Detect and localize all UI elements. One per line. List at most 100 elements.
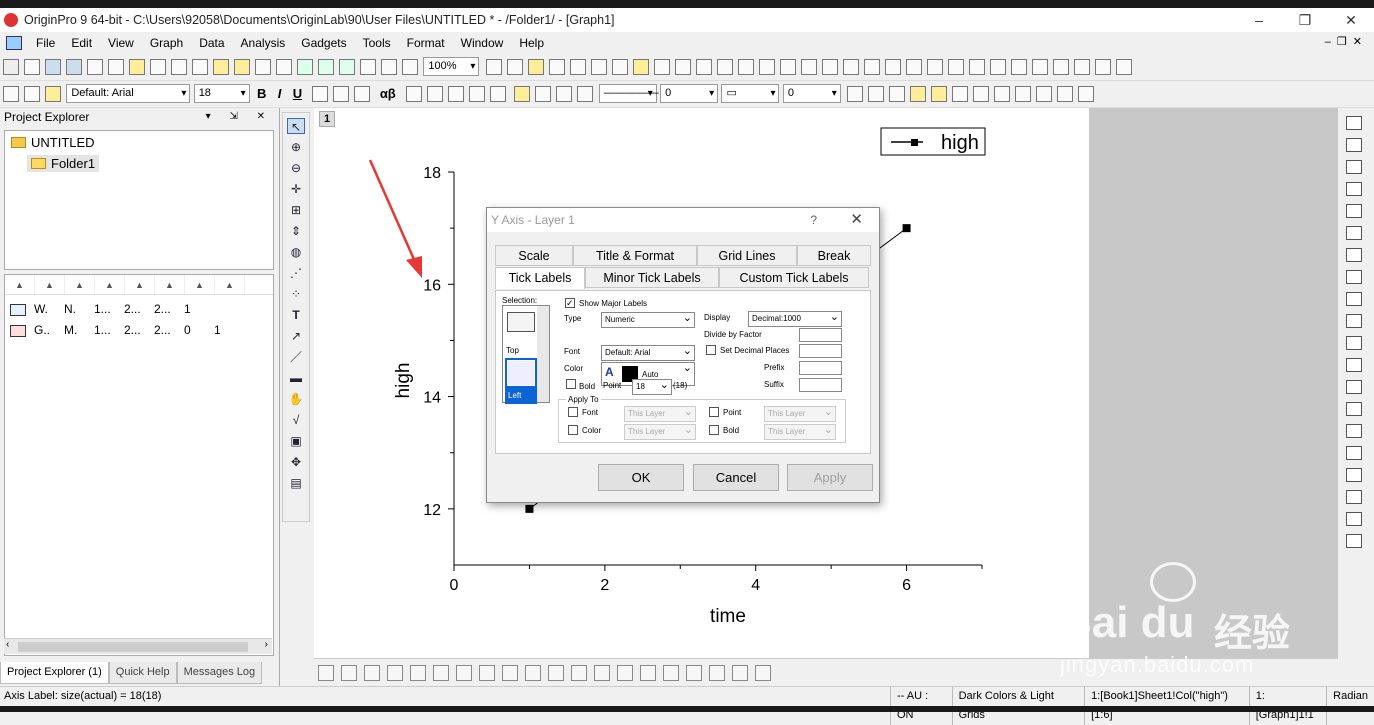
statistics-on-columns-icon[interactable] xyxy=(737,59,754,75)
object-tool-icon[interactable]: ▣ xyxy=(287,433,305,449)
grid-icon[interactable] xyxy=(868,86,885,102)
column-plot-icon[interactable] xyxy=(842,59,859,75)
bring-front-icon[interactable] xyxy=(910,86,927,102)
filter-icon[interactable] xyxy=(905,59,922,75)
apply-font-select[interactable]: This Layer xyxy=(624,405,696,422)
bottom-x-icon[interactable] xyxy=(1346,204,1362,218)
cancel-button[interactable]: Cancel xyxy=(693,464,779,491)
maximize-button[interactable]: ❐ xyxy=(1282,8,1328,32)
rectangle-tool-icon[interactable]: ▬ xyxy=(287,370,305,386)
bar-plot-icon[interactable] xyxy=(863,59,880,75)
m-icon[interactable] xyxy=(1015,86,1032,102)
align-left-icon[interactable] xyxy=(1346,424,1362,438)
region-mask-icon[interactable]: ◍ xyxy=(287,244,305,260)
graph-window-icon[interactable] xyxy=(6,36,22,50)
subscript-icon[interactable] xyxy=(333,86,350,102)
save-template-icon[interactable] xyxy=(276,59,292,75)
new-script-icon[interactable] xyxy=(171,59,187,75)
new-graph-icon[interactable] xyxy=(66,59,82,75)
cut-icon[interactable] xyxy=(3,86,19,102)
screen-reader-icon[interactable]: ✛ xyxy=(287,181,305,197)
suffix-input[interactable] xyxy=(799,378,842,392)
tab-grid-lines[interactable]: Grid Lines xyxy=(697,245,797,266)
inset-icon[interactable] xyxy=(1346,270,1362,284)
panel-controls[interactable]: ▾ ⇲ ✕ xyxy=(206,108,273,126)
layer-tool-icon[interactable]: ▤ xyxy=(287,475,305,491)
set-z-icon[interactable] xyxy=(1010,59,1027,75)
set-y-icon[interactable] xyxy=(989,59,1006,75)
set-group-icon[interactable] xyxy=(1094,59,1111,75)
scroll-thumb[interactable] xyxy=(18,642,248,652)
project-explorer-icon[interactable] xyxy=(611,59,628,75)
line-style-select[interactable]: ————— xyxy=(598,84,659,103)
list-item-graph1[interactable]: G.. M. 1... 2... 2... 0 1 xyxy=(4,323,244,337)
3d-bar-icon[interactable] xyxy=(571,665,587,681)
new-matrix-icon[interactable] xyxy=(45,59,61,75)
import-multiple-icon[interactable] xyxy=(318,59,334,75)
tab-tick-labels[interactable]: Tick Labels xyxy=(495,267,585,289)
same-width-icon[interactable] xyxy=(1346,512,1362,526)
new-folder-icon[interactable] xyxy=(192,59,208,75)
save-project-icon[interactable] xyxy=(255,59,271,75)
tab-messages-log[interactable]: Messages Log xyxy=(176,662,263,684)
stock-chart-icon[interactable] xyxy=(433,665,449,681)
font-color-icon[interactable] xyxy=(490,86,507,102)
list-item-book1[interactable]: W. N. 1... 2... 2... 1 xyxy=(4,302,244,316)
selection-scrollbar[interactable] xyxy=(537,306,549,402)
move-tool-icon[interactable]: ✥ xyxy=(287,454,305,470)
command-window-icon[interactable] xyxy=(590,59,607,75)
menu-edit[interactable]: Edit xyxy=(63,36,100,50)
area-chart-icon[interactable] xyxy=(456,665,472,681)
merge-layers-icon[interactable] xyxy=(1346,160,1362,174)
apply-bold-checkbox[interactable] xyxy=(709,425,719,435)
line-symbol-icon[interactable] xyxy=(364,665,380,681)
sort-icon[interactable] xyxy=(779,59,796,75)
lock-icon[interactable] xyxy=(994,86,1011,102)
clock-icon[interactable] xyxy=(1346,380,1362,394)
contour-icon[interactable] xyxy=(594,665,610,681)
type-select[interactable]: Numeric xyxy=(601,311,695,328)
set-decimal-checkbox[interactable] xyxy=(706,345,716,355)
apply-point-select[interactable]: This Layer xyxy=(764,405,836,422)
supersubscript-icon[interactable] xyxy=(354,86,371,102)
fill-column-icon[interactable] xyxy=(821,59,838,75)
point-select[interactable]: 18 xyxy=(632,378,672,395)
pie-chart-icon[interactable] xyxy=(479,665,495,681)
data-selector-icon[interactable]: ⇕ xyxy=(287,223,305,239)
code-builder-icon[interactable] xyxy=(569,59,586,75)
object-manager-icon[interactable] xyxy=(632,59,649,75)
refresh-icon[interactable] xyxy=(402,59,418,75)
pointer-icon[interactable]: ↖ xyxy=(287,118,305,134)
image-plot-icon[interactable] xyxy=(617,665,633,681)
align-left-icon[interactable] xyxy=(448,86,465,102)
italic-button[interactable]: I xyxy=(278,86,282,101)
paste-icon[interactable] xyxy=(45,86,61,102)
group-icon[interactable] xyxy=(952,86,969,102)
histogram-icon[interactable] xyxy=(884,59,901,75)
print-icon[interactable] xyxy=(485,59,502,75)
bold-button[interactable]: B xyxy=(257,86,266,101)
bold-checkbox[interactable] xyxy=(566,379,576,389)
arrow-tool-icon[interactable]: ↗ xyxy=(287,328,305,344)
import-wizard-icon[interactable] xyxy=(339,59,355,75)
legend[interactable]: high xyxy=(880,127,986,156)
new-book-icon[interactable] xyxy=(24,59,40,75)
menu-window[interactable]: Window xyxy=(453,36,512,50)
pattern-fill-icon[interactable] xyxy=(847,86,864,102)
filter-toggle-icon[interactable] xyxy=(947,59,964,75)
tree-root[interactable]: UNTITLED xyxy=(11,135,95,150)
extract-layers-icon[interactable] xyxy=(1346,182,1362,196)
axis-selection-list[interactable]: Top Left xyxy=(502,305,550,404)
menu-tools[interactable]: Tools xyxy=(355,36,399,50)
set-subject-icon[interactable] xyxy=(1115,59,1132,75)
zoom-in-icon[interactable]: ⊕ xyxy=(287,139,305,155)
rescale-icon[interactable] xyxy=(1346,116,1362,130)
text-tool-icon[interactable]: T xyxy=(287,307,305,323)
add-new-column-icon[interactable] xyxy=(716,59,733,75)
align-right-icon[interactable] xyxy=(1346,446,1362,460)
copy-page-icon[interactable] xyxy=(506,59,523,75)
apply-color-select[interactable]: This Layer xyxy=(624,423,696,440)
new-notes-icon[interactable] xyxy=(129,59,145,75)
apply-button[interactable]: Apply xyxy=(787,464,873,491)
smith-chart-icon[interactable] xyxy=(686,665,702,681)
